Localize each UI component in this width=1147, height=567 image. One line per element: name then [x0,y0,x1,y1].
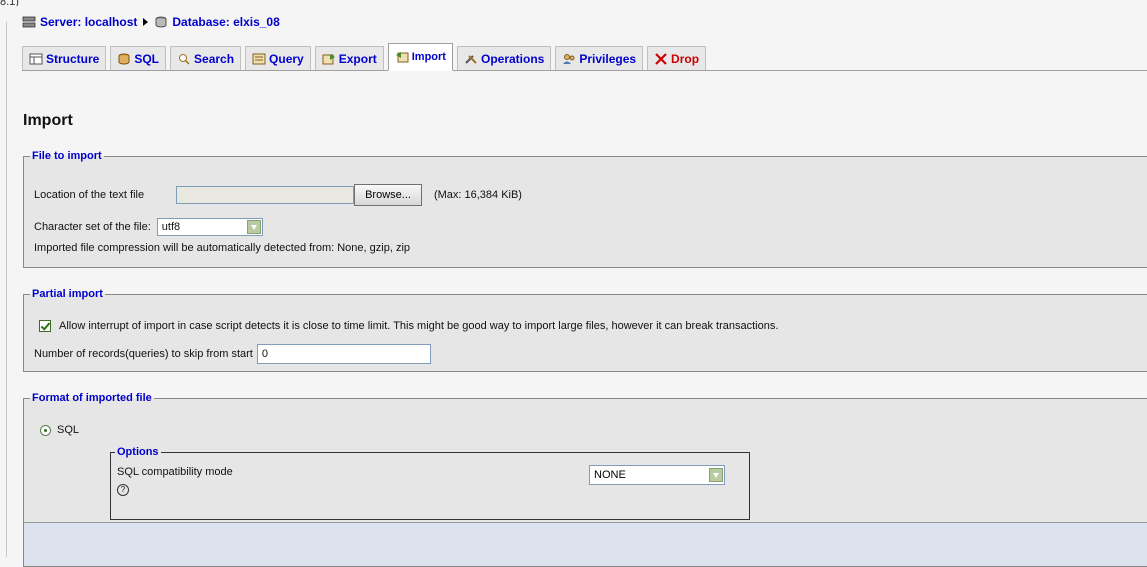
sql-format-label[interactable]: SQL [57,424,79,436]
compat-mode-label: SQL compatibility mode [117,466,233,478]
structure-icon [29,53,43,64]
breadcrumb: Server: localhost Database: elxis_08 [22,12,280,32]
charset-select[interactable]: utf8 [156,218,263,236]
tab-label: Operations [480,51,545,66]
skip-row: Number of records(queries) to skip from … [34,344,431,364]
partial-import-legend: Partial import [32,288,103,300]
chevron-down-icon[interactable] [709,468,723,482]
server-icon [22,16,36,28]
tab-label: SQL [134,51,160,66]
operations-icon [465,54,477,64]
file-to-import-fieldset: File to import Location of the text file… [23,150,1147,268]
sql-icon [118,53,130,64]
tab-drop[interactable]: Drop [647,46,707,70]
options-legend: Options [117,446,159,458]
sql-format-row: SQL [40,424,79,436]
tab-label: Query [269,51,304,66]
file-to-import-legend: File to import [32,150,102,162]
submit-area [24,522,1147,566]
tab-label: Export [338,51,377,66]
search-icon [179,53,190,65]
tab-privileges[interactable]: Privileges [555,46,644,70]
compression-note: Imported file compression will be automa… [34,242,411,254]
tab-search[interactable]: Search [170,46,242,70]
breadcrumb-database[interactable]: Database: elxis_08 [154,15,280,29]
max-size-label: (Max: 16,384 KiB) [433,189,522,201]
tab-label: Structure [46,51,100,66]
format-legend: Format of imported file [32,392,152,404]
tab-operations[interactable]: Operations [456,46,552,70]
charset-select-value: utf8 [161,221,181,233]
skip-records-label: Number of records(queries) to skip from … [34,348,253,360]
breadcrumb-server[interactable]: Server: localhost [22,15,137,29]
file-location-row: Location of the text file Browse... (Max… [34,184,522,206]
sql-format-radio[interactable] [40,424,51,436]
header-fragment: 8.1) [0,0,19,6]
tab-import[interactable]: Import [387,43,453,71]
options-fieldset: Options SQL compatibility mode ? NONE [110,446,750,520]
tab-label: Drop [671,51,700,66]
tab-label: Search [194,51,235,66]
database-icon [155,16,167,28]
tab-label: Privileges [579,51,637,66]
file-location-label: Location of the text file [34,189,145,201]
privileges-icon [563,53,575,64]
compression-note-row: Imported file compression will be automa… [34,242,410,254]
page-title: Import [23,112,73,129]
query-icon [252,53,266,64]
breadcrumb-separator-icon [143,18,149,26]
compat-mode-select[interactable]: NONE [589,465,725,485]
charset-label: Character set of the file: [34,221,151,233]
tab-label: Import [411,51,446,63]
breadcrumb-database-label[interactable]: Database: elxis_08 [172,15,279,29]
chevron-down-icon[interactable] [246,220,261,234]
export-icon [322,53,335,64]
browse-button[interactable]: Browse... [354,184,422,206]
breadcrumb-server-label[interactable]: Server: localhost [40,15,137,29]
compat-label-row: SQL compatibility mode [117,466,233,478]
tab-export[interactable]: Export [314,46,384,70]
allow-interrupt-label[interactable]: Allow interrupt of import in case script… [59,320,778,332]
interrupt-row: Allow interrupt of import in case script… [39,320,778,332]
tab-bar: Structure SQL Search Query Export Import… [22,42,1147,71]
left-divider [6,22,7,557]
charset-row: Character set of the file: utf8 [34,218,263,236]
tab-query[interactable]: Query [245,46,311,70]
compat-mode-value: NONE [594,469,626,481]
format-fieldset: Format of imported file SQL Options SQL … [23,392,1147,567]
import-icon [395,52,409,63]
tab-sql[interactable]: SQL [110,46,167,70]
help-icon[interactable]: ? [117,484,129,496]
allow-interrupt-checkbox[interactable] [39,320,51,332]
tab-structure[interactable]: Structure [22,46,107,70]
partial-import-fieldset: Partial import Allow interrupt of import… [23,288,1147,372]
file-path-input[interactable] [176,186,355,204]
help-row: ? [117,484,129,496]
skip-records-input[interactable]: 0 [256,344,431,364]
drop-icon [655,52,667,65]
